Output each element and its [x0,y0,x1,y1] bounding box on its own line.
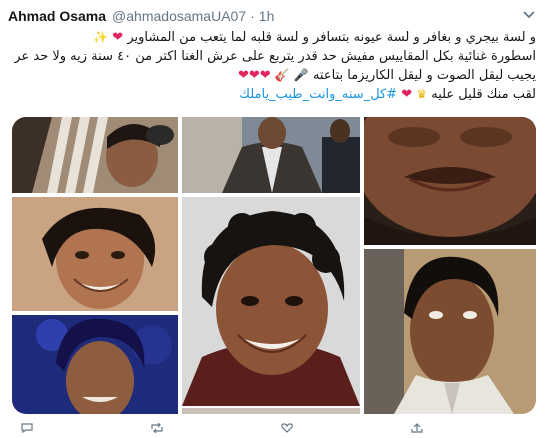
reply-icon[interactable] [20,420,34,434]
photo-singer-smiling-portrait[interactable] [12,197,178,311]
crown-icon: ♛ [416,87,428,101]
sparkle-icon: ✨ [93,30,109,44]
tweet-text: و لسة بيجري و بغافر و لسة عيونه بتسافر و… [14,28,536,104]
photo-singer-closeup-mouth[interactable] [364,117,536,245]
tweet-actions [0,420,550,434]
music-note-icon: 🎸 [274,68,290,82]
photo-strip-bottom[interactable] [182,408,360,414]
retweet-icon[interactable] [150,420,164,434]
photo-singer-main-portrait[interactable] [182,197,360,406]
hashtag-link[interactable]: #كل_سنه_وانت_طيب_ياملك [239,87,397,102]
tweet-line-1: و لسة بيجري و بغافر و لسة عيونه بتسافر و… [93,30,536,45]
tweet-line-4: لقب منك قليل عليه ♛ ❤ #كل_سنه_وانت_طيب_ي… [239,87,536,102]
photo-singer-looking-up[interactable] [364,249,536,414]
share-icon[interactable] [410,420,424,433]
photo-singer-young-striped-shirt[interactable] [12,117,178,193]
tweet-line-3: يجيب ليقل الصوت و ليقل الكاريزما بتاعته … [237,68,536,83]
display-name[interactable]: Ahmad Osama [8,8,106,24]
like-icon[interactable] [280,420,294,433]
separator: · [250,8,255,24]
microphone-icon: 🎤 [293,68,309,82]
tweet-line-2: اسطورة غنائية بكل المقاييس مفيش حد قدر ي… [14,49,536,64]
heart-icon: ❤❤❤ [237,68,271,83]
heart-icon: ❤ [401,87,413,102]
photo-singer-curly-hair-blue[interactable] [12,315,178,414]
timestamp[interactable]: 1h [259,8,275,24]
heart-icon: ❤ [112,30,124,45]
user-handle[interactable]: @ahmadosamaUA07 [112,8,246,24]
tweet: Ahmad Osama @ahmadosamaUA07 · 1h و لسة ب… [0,0,550,434]
photo-singer-suit-group[interactable] [182,117,360,193]
tweet-header: Ahmad Osama @ahmadosamaUA07 · 1h [8,6,274,26]
chevron-down-icon[interactable] [522,10,536,20]
photo-collage[interactable] [12,117,536,414]
